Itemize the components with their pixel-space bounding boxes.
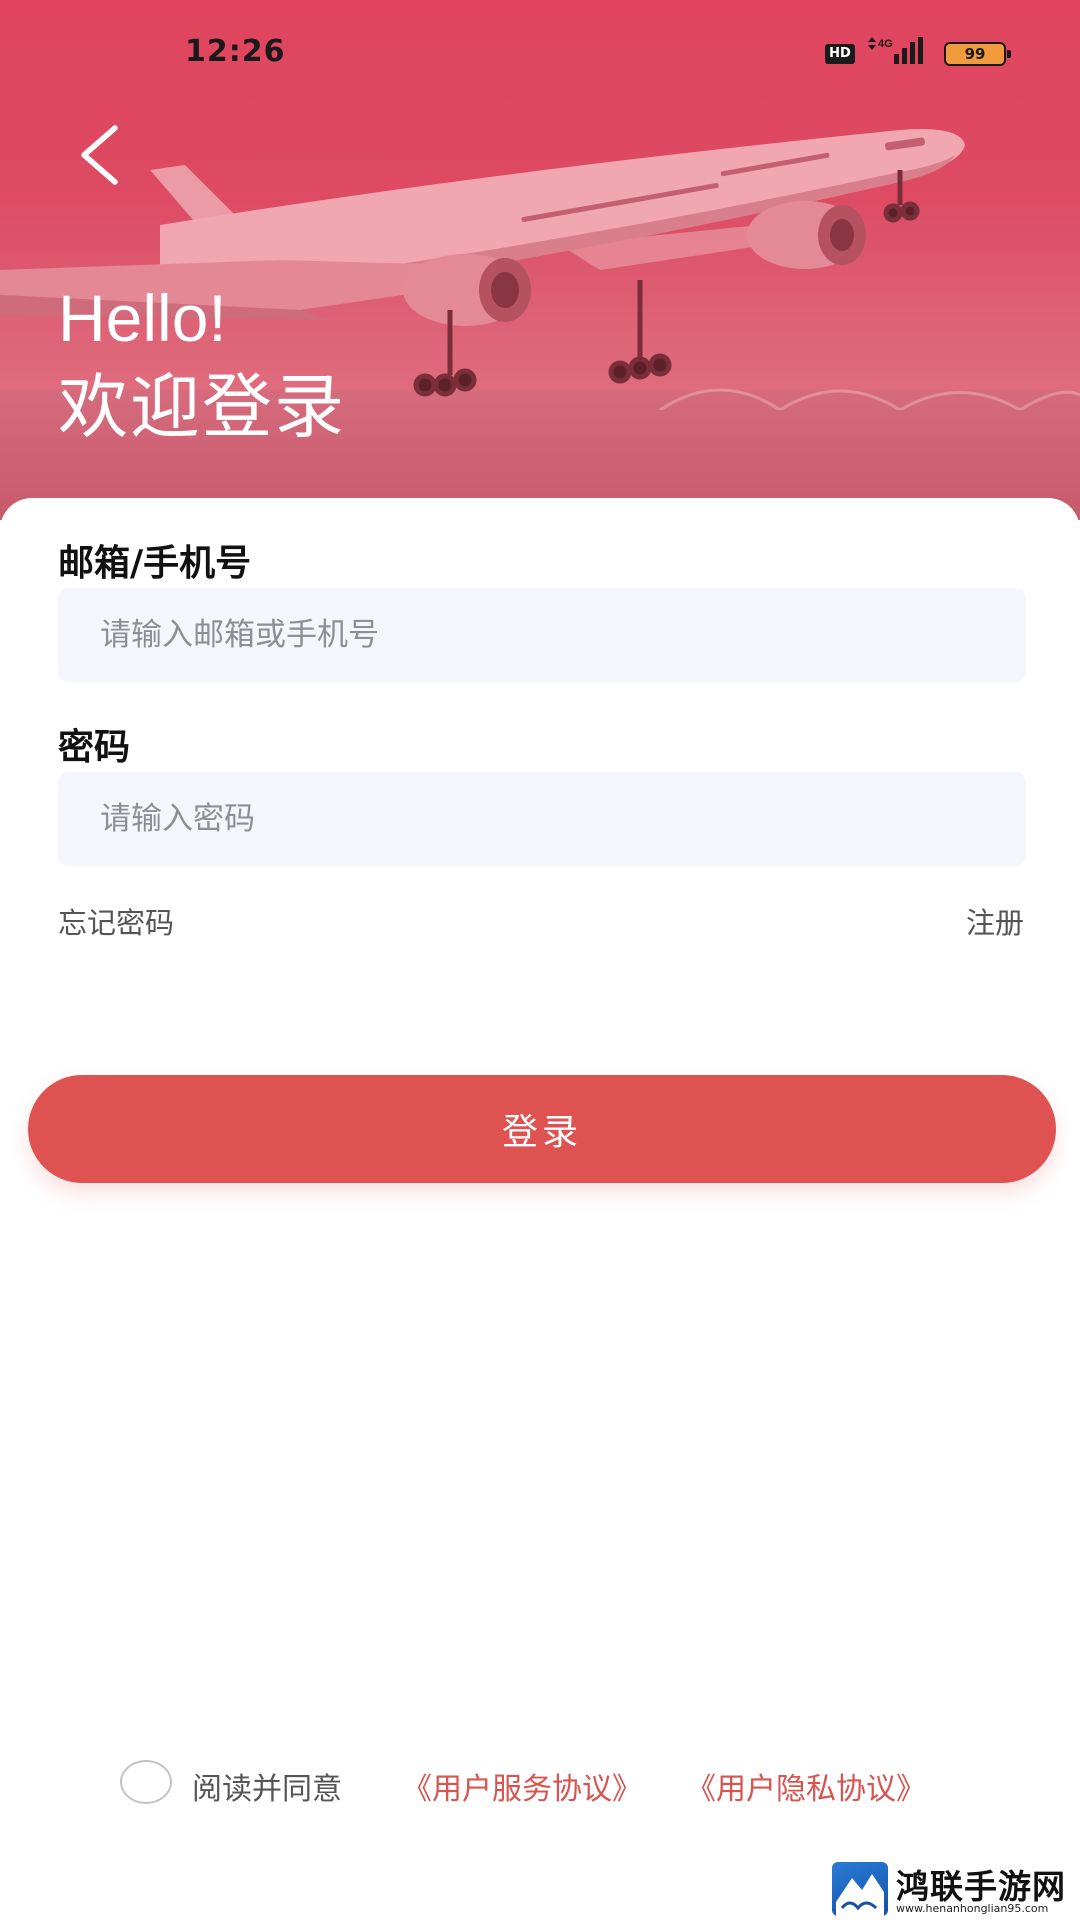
login-button[interactable]: 登录 — [28, 1075, 1056, 1183]
password-label: 密码 — [58, 727, 131, 768]
back-button[interactable] — [70, 120, 130, 190]
battery-icon: 99 — [944, 42, 1011, 66]
network-type: 4G — [878, 38, 893, 50]
agreement-prefix: 阅读并同意 — [192, 1772, 342, 1807]
agreement-checkbox[interactable] — [120, 1760, 172, 1804]
password-input[interactable] — [58, 772, 1026, 866]
status-bar: 12:26 HD 4G 99 — [0, 0, 1080, 100]
watermark-title: 鸿联手游网 — [896, 1867, 1066, 1906]
register-link[interactable]: 注册 — [966, 900, 1024, 942]
agreement-row: 阅读并同意 《用户服务协议》 《用户隐私协议》 — [120, 1758, 1020, 1810]
watermark-logo-icon — [832, 1862, 888, 1916]
signal-icon: 4G — [868, 37, 923, 64]
account-label: 邮箱/手机号 — [58, 543, 252, 584]
hero-banner: 12:26 HD 4G 99 Hello! 欢迎登录 — [0, 0, 1080, 520]
status-time: 12:26 — [185, 34, 286, 69]
hd-badge: HD — [825, 44, 855, 64]
airplane-illustration — [0, 129, 1080, 410]
forgot-password-link[interactable]: 忘记密码 — [58, 900, 174, 942]
privacy-policy-link[interactable]: 《用户隐私协议》 — [686, 1764, 926, 1808]
login-card: 邮箱/手机号 密码 忘记密码 注册 — [0, 498, 1080, 1920]
site-watermark: 鸿联手游网 www.henanhonglian95.com — [832, 1860, 1080, 1920]
hero-welcome-title: 欢迎登录 — [58, 366, 346, 448]
chevron-left-icon — [81, 125, 118, 185]
watermark-url: www.henanhonglian95.com — [896, 1902, 1049, 1915]
terms-of-service-link[interactable]: 《用户服务协议》 — [402, 1764, 642, 1808]
account-input[interactable] — [58, 588, 1026, 682]
hero-greeting: Hello! — [58, 281, 227, 355]
